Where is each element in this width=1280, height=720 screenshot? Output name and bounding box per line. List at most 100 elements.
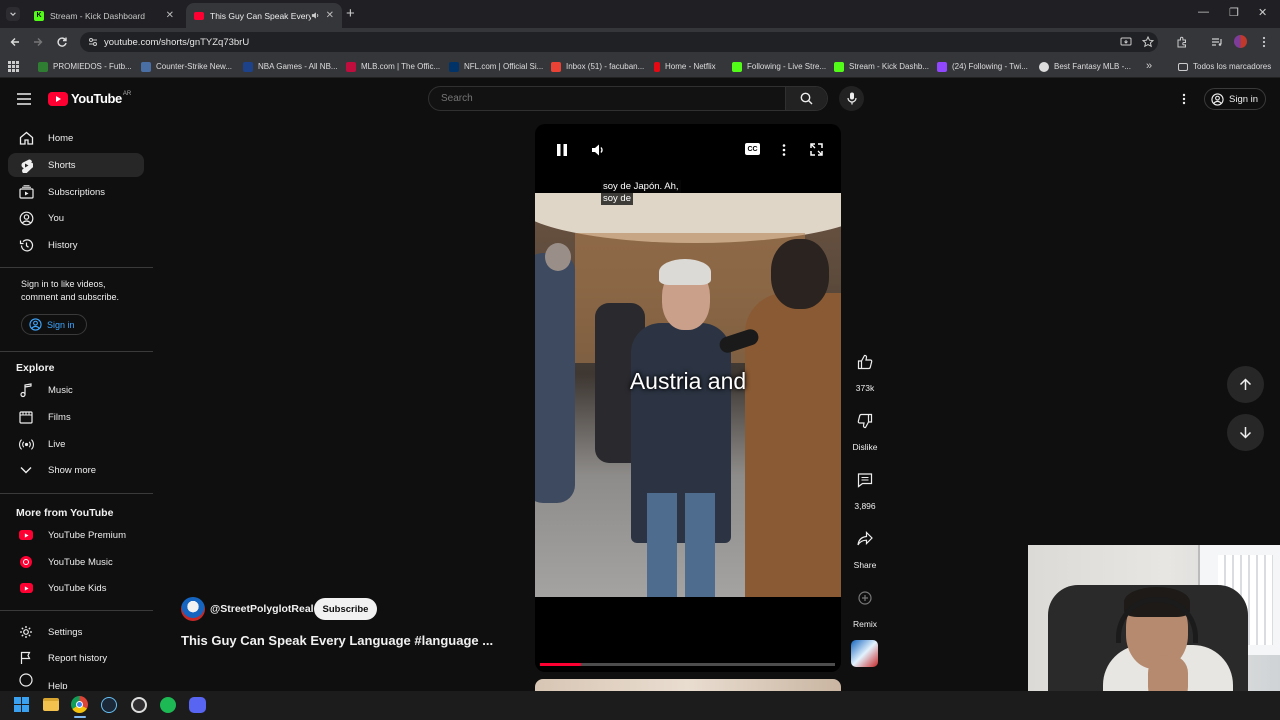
pause-icon[interactable] xyxy=(556,143,568,157)
share-action[interactable]: Share xyxy=(846,521,884,570)
sign-in-button[interactable]: Sign in xyxy=(1204,88,1266,110)
sidebar-show-more[interactable]: Show more xyxy=(8,458,144,482)
spotify-icon[interactable] xyxy=(160,697,176,713)
remix-button[interactable] xyxy=(847,580,883,616)
sidebar-item-history[interactable]: History xyxy=(8,233,144,257)
bookmark-item[interactable]: Following - Live Stre... xyxy=(732,59,826,74)
apps-grid-icon[interactable] xyxy=(8,61,19,72)
reload-icon[interactable] xyxy=(56,36,68,48)
hamburger-menu-icon[interactable] xyxy=(17,93,31,105)
sidebar-item-report-history[interactable]: Report history xyxy=(8,646,144,670)
like-icon xyxy=(857,354,873,370)
extensions-icon[interactable] xyxy=(1176,36,1188,48)
shorts-player[interactable]: CC soy de Japón. Ah, soy de Austria and xyxy=(535,124,841,672)
youtube-kids-icon xyxy=(19,583,33,593)
subscribe-button[interactable]: Subscribe xyxy=(314,598,377,620)
url-text[interactable]: youtube.com/shorts/gnTYZq73brU xyxy=(104,37,249,48)
sidebar-item-live[interactable]: Live xyxy=(8,432,144,456)
bookmark-item[interactable]: NFL.com | Official Si... xyxy=(449,59,543,74)
new-tab-button[interactable]: + xyxy=(346,5,355,22)
bookmark-item[interactable]: Inbox (51) - facuban... xyxy=(551,59,644,74)
close-window-button[interactable]: ✕ xyxy=(1258,6,1267,19)
discord-icon[interactable] xyxy=(189,697,206,713)
youtube-logo[interactable]: YouTube AR xyxy=(48,91,131,106)
media-controls-icon[interactable] xyxy=(1211,36,1223,48)
sidebar-divider xyxy=(0,493,153,494)
search-input[interactable] xyxy=(429,87,785,110)
forward-arrow-icon[interactable] xyxy=(32,36,44,48)
sidebar-item-films[interactable]: Films xyxy=(8,405,144,429)
maximize-button[interactable]: ❐ xyxy=(1229,6,1239,19)
sidebar-item-you[interactable]: You xyxy=(8,206,144,230)
tab-search-button[interactable] xyxy=(6,7,20,21)
bookmark-favicon-icon xyxy=(732,61,742,72)
youtube-favicon-icon xyxy=(194,11,204,20)
bookmark-item[interactable]: Stream - Kick Dashb... xyxy=(834,59,929,74)
previous-short-button[interactable] xyxy=(1227,366,1264,403)
sidebar-item-music[interactable]: Music xyxy=(8,378,144,402)
back-arrow-icon[interactable] xyxy=(9,36,21,48)
search-button[interactable] xyxy=(785,87,827,110)
tab-audio-icon[interactable] xyxy=(311,11,320,20)
bookmark-star-icon[interactable] xyxy=(1142,36,1154,48)
sidebar-sign-in-button[interactable]: Sign in xyxy=(21,314,87,335)
sidebar-item-label: YouTube Kids xyxy=(48,582,107,594)
sidebar-item-settings[interactable]: Settings xyxy=(8,620,144,644)
share-icon xyxy=(857,531,873,546)
remix-action[interactable]: Remix xyxy=(846,580,884,629)
file-explorer-icon[interactable] xyxy=(43,698,59,711)
bookmark-item[interactable]: Best Fantasy MLB -... xyxy=(1039,59,1131,74)
close-tab-icon[interactable]: ✕ xyxy=(166,10,174,21)
sidebar-item-shorts[interactable]: Shorts xyxy=(8,153,144,177)
sidebar-item-youtube-premium[interactable]: YouTube Premium xyxy=(8,523,144,547)
chrome-icon[interactable] xyxy=(71,696,88,713)
short-title[interactable]: This Guy Can Speak Every Language #langu… xyxy=(181,633,493,648)
share-button[interactable] xyxy=(847,521,883,557)
minimize-button[interactable]: — xyxy=(1198,6,1209,18)
dislike-action[interactable]: Dislike xyxy=(846,403,884,452)
sidebar-item-help[interactable]: Help xyxy=(8,673,144,689)
next-short-preview[interactable] xyxy=(535,679,841,691)
flag-icon xyxy=(20,651,31,664)
bookmark-item[interactable]: Home - Netflix xyxy=(654,59,716,74)
like-action[interactable]: 373k xyxy=(846,344,884,393)
progress-track[interactable] xyxy=(540,663,835,666)
close-tab-icon[interactable]: ✕ xyxy=(326,10,334,21)
browser-menu-icon[interactable] xyxy=(1261,36,1267,48)
more-bookmarks-button[interactable]: » xyxy=(1146,60,1152,72)
all-bookmarks-button[interactable]: Todos los marcadores xyxy=(1178,59,1271,74)
bookmark-item[interactable]: Counter-Strike New... xyxy=(141,59,232,74)
bookmark-item[interactable]: PROMIEDOS - Futb... xyxy=(38,59,132,74)
player-more-icon[interactable] xyxy=(781,143,787,157)
sidebar-item-home[interactable]: Home xyxy=(8,126,144,150)
channel-name[interactable]: @StreetPolyglotReal xyxy=(210,603,314,615)
sidebar-item-youtube-kids[interactable]: YouTube Kids xyxy=(8,576,144,600)
bookmark-item[interactable]: MLB.com | The Offic... xyxy=(346,59,440,74)
profile-avatar[interactable] xyxy=(1234,35,1247,48)
next-short-button[interactable] xyxy=(1227,414,1264,451)
like-button[interactable] xyxy=(847,344,883,380)
browser-tab-kick[interactable]: K Stream - Kick Dashboard ✕ xyxy=(26,3,182,28)
comment-button[interactable] xyxy=(847,462,883,498)
sidebar-item-subscriptions[interactable]: Subscriptions xyxy=(8,180,144,204)
windows-start-icon[interactable] xyxy=(14,697,29,712)
sidebar-item-label: Home xyxy=(48,132,74,144)
install-app-icon[interactable] xyxy=(1120,36,1132,48)
browser-tab-youtube[interactable]: This Guy Can Speak Every L ✕ xyxy=(186,3,342,28)
sidebar-item-youtube-music[interactable]: YouTube Music xyxy=(8,550,144,574)
sidebar-item-label: Subscriptions xyxy=(48,186,106,198)
channel-avatar[interactable] xyxy=(181,597,205,621)
comment-action[interactable]: 3,896 xyxy=(846,462,884,511)
bookmark-item[interactable]: (24) Following - Twi... xyxy=(937,59,1028,74)
steam-icon[interactable] xyxy=(101,697,117,713)
closed-captions-button[interactable]: CC xyxy=(745,143,760,155)
bookmark-item[interactable]: NBA Games - All NB... xyxy=(243,59,338,74)
obs-icon[interactable] xyxy=(131,697,147,713)
fullscreen-icon[interactable] xyxy=(810,143,823,156)
channel-avatar-small[interactable] xyxy=(851,640,878,667)
site-info-icon[interactable] xyxy=(88,37,98,47)
settings-menu-icon[interactable] xyxy=(1181,93,1187,105)
voice-search-button[interactable] xyxy=(839,86,864,111)
dislike-button[interactable] xyxy=(847,403,883,439)
volume-icon[interactable] xyxy=(591,143,605,157)
